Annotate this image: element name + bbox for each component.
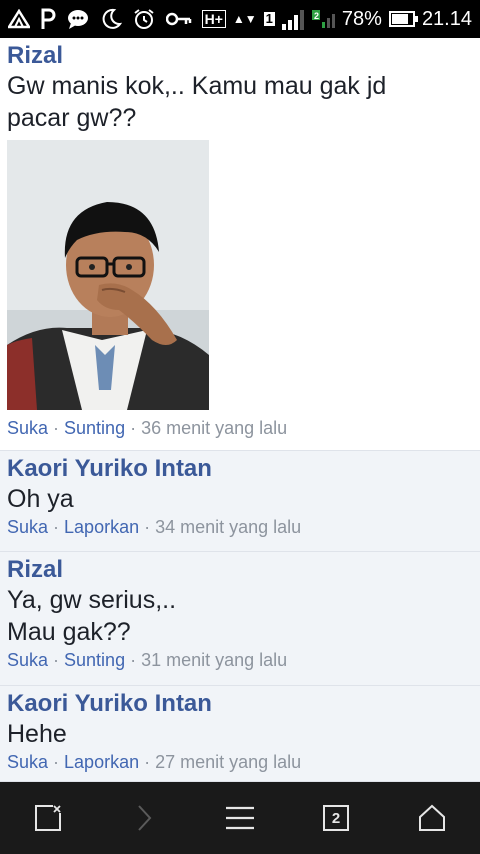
tab-count: 2	[331, 809, 341, 827]
svg-text:2: 2	[314, 11, 319, 21]
key-icon	[166, 11, 192, 27]
tabs-icon: 2	[323, 805, 349, 831]
sim2-signal-icon: 2	[311, 8, 335, 30]
comment-meta: Suka · Laporkan · 34 menit yang lalu	[7, 515, 473, 539]
p-app-icon	[40, 8, 56, 30]
meta-separator: ·	[125, 650, 142, 670]
meta-separator: ·	[139, 517, 156, 537]
comment-timestamp: 34 menit yang lalu	[155, 517, 302, 537]
comment-author[interactable]: Kaori Yuriko Intan	[7, 455, 473, 483]
comment-meta: Suka · Laporkan · 27 menit yang lalu	[7, 750, 473, 774]
comment-meta: Suka · Sunting · 36 menit yang lalu	[7, 416, 473, 440]
comment-text-line: Gw manis kok,.. Kamu mau gak jd	[7, 72, 387, 100]
battery-percent: 78%	[341, 7, 382, 30]
signal-strength-icon	[281, 8, 304, 30]
browser-nav-bar: 2	[0, 782, 480, 854]
forward-button[interactable]	[114, 788, 174, 848]
clock: 21.14	[421, 7, 472, 30]
comment-text-line: Oh ya	[7, 485, 74, 513]
meta-separator: ·	[125, 418, 142, 438]
sim-number: 1	[263, 11, 275, 26]
close-tab-icon	[35, 805, 61, 831]
network-type-indicator: H+	[201, 10, 226, 28]
meta-separator: ·	[139, 752, 156, 772]
forward-arrow-icon	[138, 805, 152, 831]
like-link[interactable]: Suka	[7, 517, 48, 537]
warning-triangle-icon	[8, 9, 30, 29]
report-link[interactable]: Laporkan	[64, 517, 139, 537]
selfie-image	[7, 140, 209, 410]
comment-meta: Suka · Sunting · 31 menit yang lalu	[7, 648, 473, 672]
home-button[interactable]	[402, 788, 462, 848]
comment-timestamp: 36 menit yang lalu	[141, 418, 288, 438]
edit-link[interactable]: Sunting	[64, 418, 125, 438]
comment-item: Rizal Ya, gw serius,.. Mau gak?? Suka · …	[0, 552, 480, 686]
like-link[interactable]: Suka	[7, 752, 48, 772]
battery-icon	[388, 11, 418, 27]
sim-indicator: ▲▼	[232, 12, 257, 26]
comment-author[interactable]: Rizal	[7, 42, 473, 70]
tabs-button[interactable]: 2	[306, 788, 366, 848]
like-link[interactable]: Suka	[7, 650, 48, 670]
chat-bubble-icon	[66, 8, 90, 30]
home-icon	[419, 804, 445, 831]
comment-author[interactable]: Rizal	[7, 556, 473, 584]
edit-link[interactable]: Sunting	[64, 650, 125, 670]
comment-text-line: pacar gw??	[7, 104, 137, 132]
comment-timestamp: 31 menit yang lalu	[141, 650, 288, 670]
comment-photo[interactable]	[7, 140, 209, 410]
comment-author[interactable]: Kaori Yuriko Intan	[7, 690, 473, 718]
like-link[interactable]: Suka	[7, 418, 48, 438]
close-tab-button[interactable]	[18, 788, 78, 848]
alarm-icon	[132, 7, 156, 31]
report-link[interactable]: Laporkan	[64, 752, 139, 772]
comment-text-line: Ya, gw serius,..	[7, 586, 177, 614]
meta-separator: ·	[48, 418, 65, 438]
comment-timestamp: 27 menit yang lalu	[155, 752, 302, 772]
comment-text-line: Hehe	[7, 720, 67, 748]
comment-feed[interactable]: Rizal Gw manis kok,.. Kamu mau gak jd pa…	[0, 38, 480, 782]
menu-button[interactable]	[210, 788, 270, 848]
meta-separator: ·	[48, 517, 65, 537]
comment-text-line: Mau gak??	[7, 618, 131, 646]
comment-item: Kaori Yuriko Intan Hehe Suka · Laporkan …	[0, 686, 480, 782]
menu-icon	[226, 806, 254, 830]
comment-item: Kaori Yuriko Intan Oh ya Suka · Laporkan…	[0, 451, 480, 552]
meta-separator: ·	[48, 650, 65, 670]
comment-item: Rizal Gw manis kok,.. Kamu mau gak jd pa…	[0, 38, 480, 451]
moon-icon	[100, 8, 122, 30]
meta-separator: ·	[48, 752, 65, 772]
status-bar: H+ ▲▼ 1 2 78% 21.14	[0, 0, 480, 38]
